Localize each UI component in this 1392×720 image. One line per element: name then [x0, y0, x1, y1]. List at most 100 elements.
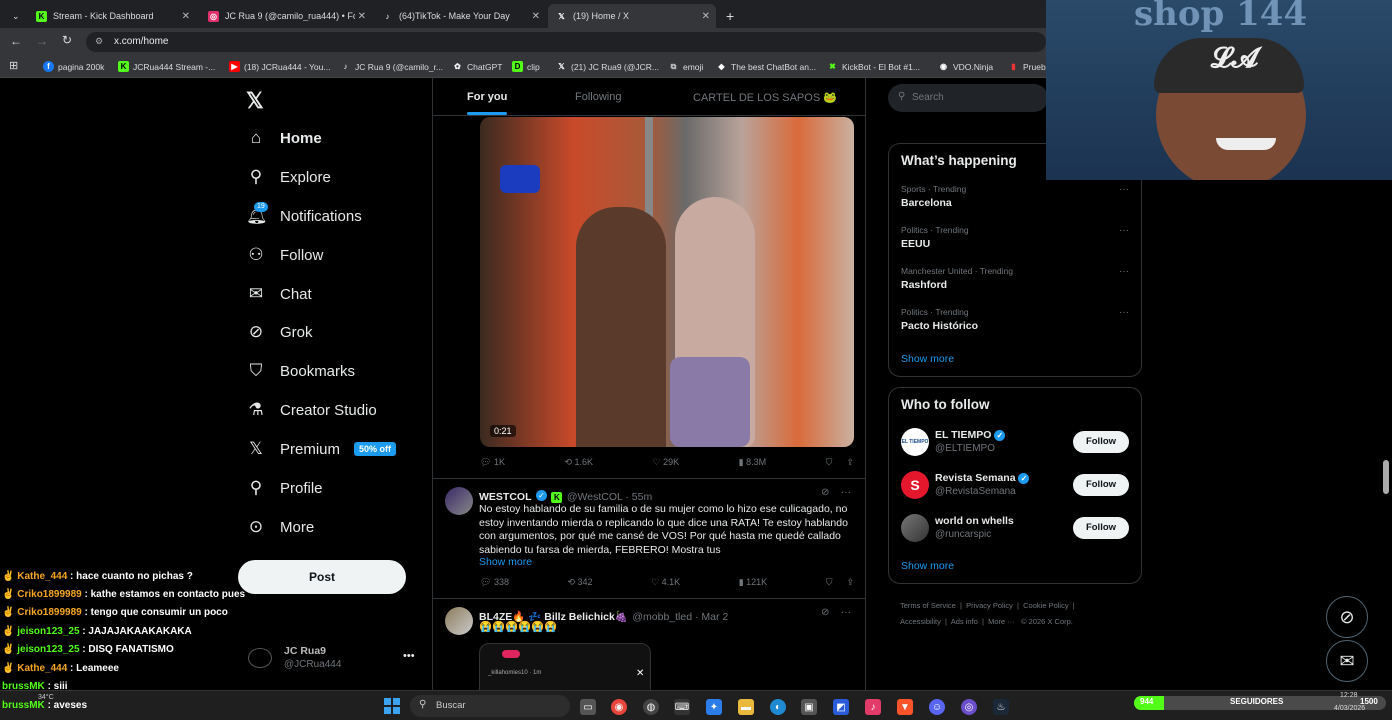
bookmark-item[interactable]: ♪ JC Rua 9 (@camilo_r...: [340, 61, 444, 72]
tiktok-icon[interactable]: ♪: [865, 699, 881, 715]
copilot-icon[interactable]: ✦: [706, 699, 722, 715]
tweet[interactable]: WESTCOL ✓ K @WestCOL · 55m ⊘ ··· No esto…: [433, 478, 865, 598]
views-button[interactable]: ▮ 121K: [739, 577, 768, 588]
steam-icon[interactable]: ♨: [993, 699, 1009, 715]
nav-more[interactable]: ⊙ More: [246, 517, 314, 537]
chrome-icon[interactable]: ◉: [611, 699, 627, 715]
bookmark-item[interactable]: K JCRua444 Stream -...: [118, 61, 215, 72]
footer-link[interactable]: Ads info: [951, 617, 978, 626]
messages-floating-button[interactable]: ✉: [1326, 640, 1368, 682]
follow-suggestion[interactable]: world on whells @runcarspic Follow: [901, 512, 1129, 544]
url-input[interactable]: ⚙ x.com/home: [86, 32, 1046, 52]
bookmark-item[interactable]: f pagina 200k: [43, 61, 104, 72]
account-menu-icon[interactable]: •••: [403, 650, 415, 662]
app-icon[interactable]: ◩: [833, 699, 849, 715]
repost-button[interactable]: ⟲ 1.6K: [564, 457, 593, 468]
views-button[interactable]: ▮ 8.3M: [739, 457, 766, 468]
tab-search-button[interactable]: ⌄: [4, 4, 26, 28]
bookmark-icon[interactable]: ⛉: [826, 577, 833, 588]
show-more-link[interactable]: Show more: [901, 560, 954, 572]
close-icon[interactable]: ✕: [636, 668, 644, 679]
bookmark-item[interactable]: ▮ Prueb: [1008, 61, 1045, 72]
more-icon[interactable]: ···: [841, 607, 851, 618]
like-button[interactable]: ♡ 29K: [653, 457, 680, 468]
apps-icon[interactable]: ⊞: [9, 59, 18, 72]
task-view-icon[interactable]: ▭: [580, 699, 596, 715]
browser-tab[interactable]: ◎ JC Rua 9 (@camilo_rua444) • Fo ✕: [200, 4, 372, 28]
brave-icon[interactable]: ▼: [897, 699, 913, 715]
trend-item[interactable]: Sports · Trending Barcelona ···: [901, 184, 1129, 209]
trend-item[interactable]: Politics · Trending Pacto Histórico ···: [901, 307, 1129, 332]
post-button[interactable]: Post: [238, 560, 406, 594]
more-icon[interactable]: ···: [1119, 307, 1129, 318]
more-icon[interactable]: ···: [1119, 266, 1129, 277]
browser-tab[interactable]: ♪ (64)TikTok - Make Your Day ✕: [374, 4, 546, 28]
reply-button[interactable]: 💬︎ 1K: [480, 457, 505, 468]
bookmark-item[interactable]: ✖ KickBot - El Bot #1...: [827, 61, 920, 72]
browser-tab-active[interactable]: 𝕏 (19) Home / X ✕: [548, 4, 716, 28]
footer-link[interactable]: Privacy Policy: [966, 601, 1013, 610]
trend-item[interactable]: Politics · Trending EEUU ···: [901, 225, 1129, 250]
app-icon[interactable]: ◎: [961, 699, 977, 715]
close-icon[interactable]: ✕: [702, 11, 710, 22]
taskbar-search-input[interactable]: ⚲ Buscar: [410, 695, 570, 717]
terminal-icon[interactable]: ⌨: [674, 699, 690, 715]
nav-creator-studio[interactable]: ⚗ Creator Studio: [246, 400, 376, 420]
follow-button[interactable]: Follow: [1073, 431, 1129, 453]
reply-button[interactable]: 💬︎ 338: [480, 577, 509, 588]
more-icon[interactable]: ···: [1119, 225, 1129, 236]
browser-tab[interactable]: K Stream - Kick Dashboard ✕: [28, 4, 196, 28]
author-name[interactable]: WESTCOL: [479, 491, 532, 503]
windows-start-icon[interactable]: [384, 698, 400, 714]
clock-time[interactable]: 12:28: [1340, 692, 1358, 699]
avatar[interactable]: [445, 607, 473, 635]
follow-suggestion[interactable]: S Revista Semana ✓ @RevistaSemana Follow: [901, 469, 1129, 501]
bookmark-item[interactable]: ✿ ChatGPT: [452, 61, 502, 72]
show-more-link[interactable]: Show more: [479, 556, 532, 568]
obs-icon[interactable]: ◍: [643, 699, 659, 715]
reload-icon[interactable]: ↻: [62, 33, 72, 47]
close-icon[interactable]: ✕: [358, 11, 366, 22]
trend-item[interactable]: Manchester United · Trending Rashford ··…: [901, 266, 1129, 291]
close-icon[interactable]: ✕: [532, 11, 540, 22]
nav-premium[interactable]: 𝕏 Premium 50% off: [246, 439, 397, 459]
bookmark-item[interactable]: ◆ The best ChatBot an...: [716, 61, 816, 72]
discord-icon[interactable]: ☺: [929, 699, 945, 715]
scrollbar-thumb[interactable]: [1383, 460, 1389, 494]
store-icon[interactable]: ▣: [801, 699, 817, 715]
follow-button[interactable]: Follow: [1073, 517, 1129, 539]
footer-link[interactable]: More ···: [988, 617, 1015, 626]
follow-button[interactable]: Follow: [1073, 474, 1129, 496]
more-icon[interactable]: ···: [1119, 184, 1129, 195]
grok-floating-button[interactable]: ⊘: [1326, 596, 1368, 638]
tab-following[interactable]: Following: [575, 91, 621, 103]
repost-button[interactable]: ⟲ 342: [567, 577, 592, 588]
nav-chat[interactable]: ✉ Chat: [246, 284, 312, 304]
back-icon[interactable]: ←: [10, 34, 22, 48]
search-input[interactable]: ⚲ Search: [888, 84, 1048, 112]
share-icon[interactable]: ⇪: [846, 457, 854, 468]
tab-for-you[interactable]: For you: [467, 91, 507, 103]
like-button[interactable]: ♡ 4.1K: [651, 577, 680, 588]
nav-grok[interactable]: ⊘ Grok: [246, 322, 313, 342]
file-explorer-icon[interactable]: ▬: [738, 699, 754, 715]
new-tab-button[interactable]: +: [718, 4, 740, 28]
nav-explore[interactable]: ⚲ Explore: [246, 167, 331, 187]
edge-icon[interactable]: ◐: [770, 699, 786, 715]
avatar[interactable]: [445, 487, 473, 515]
close-icon[interactable]: ✕: [182, 11, 190, 22]
bookmark-item[interactable]: ⧉ emoji: [668, 61, 704, 72]
footer-link[interactable]: Cookie Policy: [1023, 601, 1068, 610]
bookmark-item[interactable]: ▶ (18) JCRua444 - You...: [229, 61, 330, 72]
clock-date[interactable]: 4/03/2026: [1334, 705, 1365, 712]
nav-notifications[interactable]: 🔔︎ 19 Notifications: [246, 202, 362, 226]
more-icon[interactable]: ···: [841, 487, 851, 498]
tab-cartel-de-los-sapos[interactable]: CARTEL DE LOS SAPOS 🐸: [693, 91, 837, 104]
share-icon[interactable]: ⇪: [846, 577, 854, 588]
nav-profile[interactable]: ⚲ Profile: [246, 478, 323, 498]
bookmark-item[interactable]: Dclip: [512, 61, 540, 72]
grok-icon[interactable]: ⊘: [821, 487, 829, 498]
footer-link[interactable]: Accessibility: [900, 617, 941, 626]
x-logo-icon[interactable]: 𝕏: [246, 88, 264, 114]
forward-icon[interactable]: →: [36, 34, 48, 48]
